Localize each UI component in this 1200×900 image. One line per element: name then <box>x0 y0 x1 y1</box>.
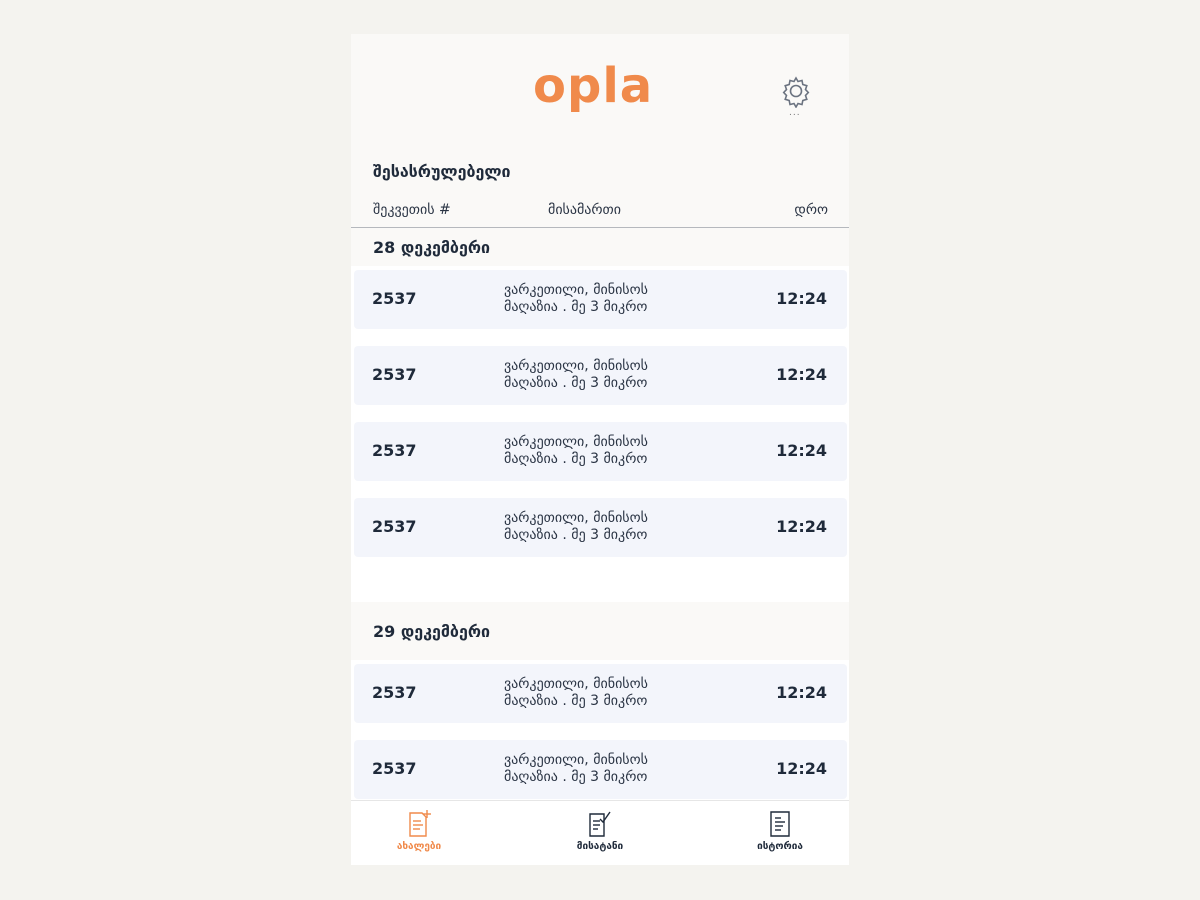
order-time: 12:24 <box>776 365 827 384</box>
address-line-1: ვარკეთილი, მინისოს <box>504 676 648 692</box>
order-number: 2537 <box>372 441 417 460</box>
order-number: 2537 <box>372 759 417 778</box>
order-card[interactable]: 2537 ვარკეთილი, მინისოს მაღაზია . მე 3 მ… <box>354 498 847 557</box>
order-address: ვარკეთილი, მინისოს მაღაზია . მე 3 მიკრო <box>504 282 704 316</box>
address-line-2: მაღაზია . მე 3 მიკრო <box>504 375 648 391</box>
order-address: ვარკეთილი, მინისოს მაღაზია . მე 3 მიკრო <box>504 358 704 392</box>
tab-to-deliver-label: მისატანი <box>576 841 624 852</box>
bottom-tab-bar: ახალები მისატანი ისტორია <box>351 800 849 865</box>
order-number: 2537 <box>372 517 417 536</box>
orders-list[interactable]: 28 დეკემბერი 2537 ვარკეთილი, მინისოს მაღ… <box>351 228 849 809</box>
order-time: 12:24 <box>776 759 827 778</box>
order-group: 2537 ვარკეთილი, მინისოს მაღაზია . მე 3 მ… <box>351 266 849 602</box>
section-title: შესასრულებელი <box>373 162 511 181</box>
order-address: ვარკეთილი, მინისოს მაღაზია . მე 3 მიკრო <box>504 434 704 468</box>
tab-history-label: ისტორია <box>757 841 803 852</box>
order-group: 2537 ვარკეთილი, მინისოს მაღაზია . მე 3 მ… <box>351 660 849 809</box>
address-line-1: ვარკეთილი, მინისოს <box>504 752 648 768</box>
order-time: 12:24 <box>776 517 827 536</box>
address-line-2: მაღაზია . მე 3 მიკრო <box>504 451 648 467</box>
order-card[interactable]: 2537 ვარკეთილი, მინისოს მაღაზია . მე 3 მ… <box>354 664 847 723</box>
order-time: 12:24 <box>776 683 827 702</box>
order-time: 12:24 <box>776 441 827 460</box>
order-number: 2537 <box>372 289 417 308</box>
order-card[interactable]: 2537 ვარკეთილი, მინისოს მაღაზია . მე 3 მ… <box>354 740 847 799</box>
gear-icon <box>782 76 810 109</box>
app-screen: opla ... შესასრულებელი შეკვეთის # მისამა… <box>351 34 849 865</box>
date-header: 28 დეკემბერი <box>373 238 490 257</box>
address-line-2: მაღაზია . მე 3 მიკრო <box>504 693 648 709</box>
column-time: დრო <box>794 202 828 218</box>
order-address: ვარკეთილი, მინისოს მაღაზია . მე 3 მიკრო <box>504 676 704 710</box>
header: opla ... <box>351 34 849 154</box>
tab-to-deliver[interactable]: მისატანი <box>540 809 660 852</box>
order-address: ვარკეთილი, მინისოს მაღაზია . მე 3 მიკრო <box>504 510 704 544</box>
history-document-icon <box>770 811 790 837</box>
order-time: 12:24 <box>776 289 827 308</box>
opla-logo: opla <box>533 58 654 114</box>
address-line-2: მაღაზია . მე 3 მიკრო <box>504 769 648 785</box>
address-line-1: ვარკეთილი, მინისოს <box>504 358 648 374</box>
new-document-icon <box>409 810 431 837</box>
column-order: შეკვეთის # <box>373 202 451 218</box>
address-line-2: მაღაზია . მე 3 მიკრო <box>504 527 648 543</box>
address-line-1: ვარკეთილი, მინისოს <box>504 510 648 526</box>
address-line-1: ვარკეთილი, მინისოს <box>504 434 648 450</box>
address-line-1: ვარკეთილი, მინისოს <box>504 282 648 298</box>
tab-new-label: ახალები <box>396 841 442 852</box>
address-line-2: მაღაზია . მე 3 მიკრო <box>504 299 648 315</box>
order-card[interactable]: 2537 ვარკეთილი, მინისოს მაღაზია . მე 3 მ… <box>354 422 847 481</box>
tab-new[interactable]: ახალები <box>359 809 479 852</box>
order-number: 2537 <box>372 365 417 384</box>
column-headers: შეკვეთის # მისამართი დრო <box>351 198 849 228</box>
settings-dots: ... <box>789 108 801 118</box>
order-card[interactable]: 2537 ვარკეთილი, მინისოს მაღაზია . მე 3 მ… <box>354 270 847 329</box>
checked-document-icon <box>589 811 611 837</box>
settings-button[interactable] <box>779 74 813 109</box>
column-address: მისამართი <box>548 202 622 218</box>
date-header: 29 დეკემბერი <box>373 622 490 641</box>
tab-history[interactable]: ისტორია <box>720 809 840 852</box>
order-address: ვარკეთილი, მინისოს მაღაზია . მე 3 მიკრო <box>504 752 704 786</box>
order-card[interactable]: 2537 ვარკეთილი, მინისოს მაღაზია . მე 3 მ… <box>354 346 847 405</box>
order-number: 2537 <box>372 683 417 702</box>
